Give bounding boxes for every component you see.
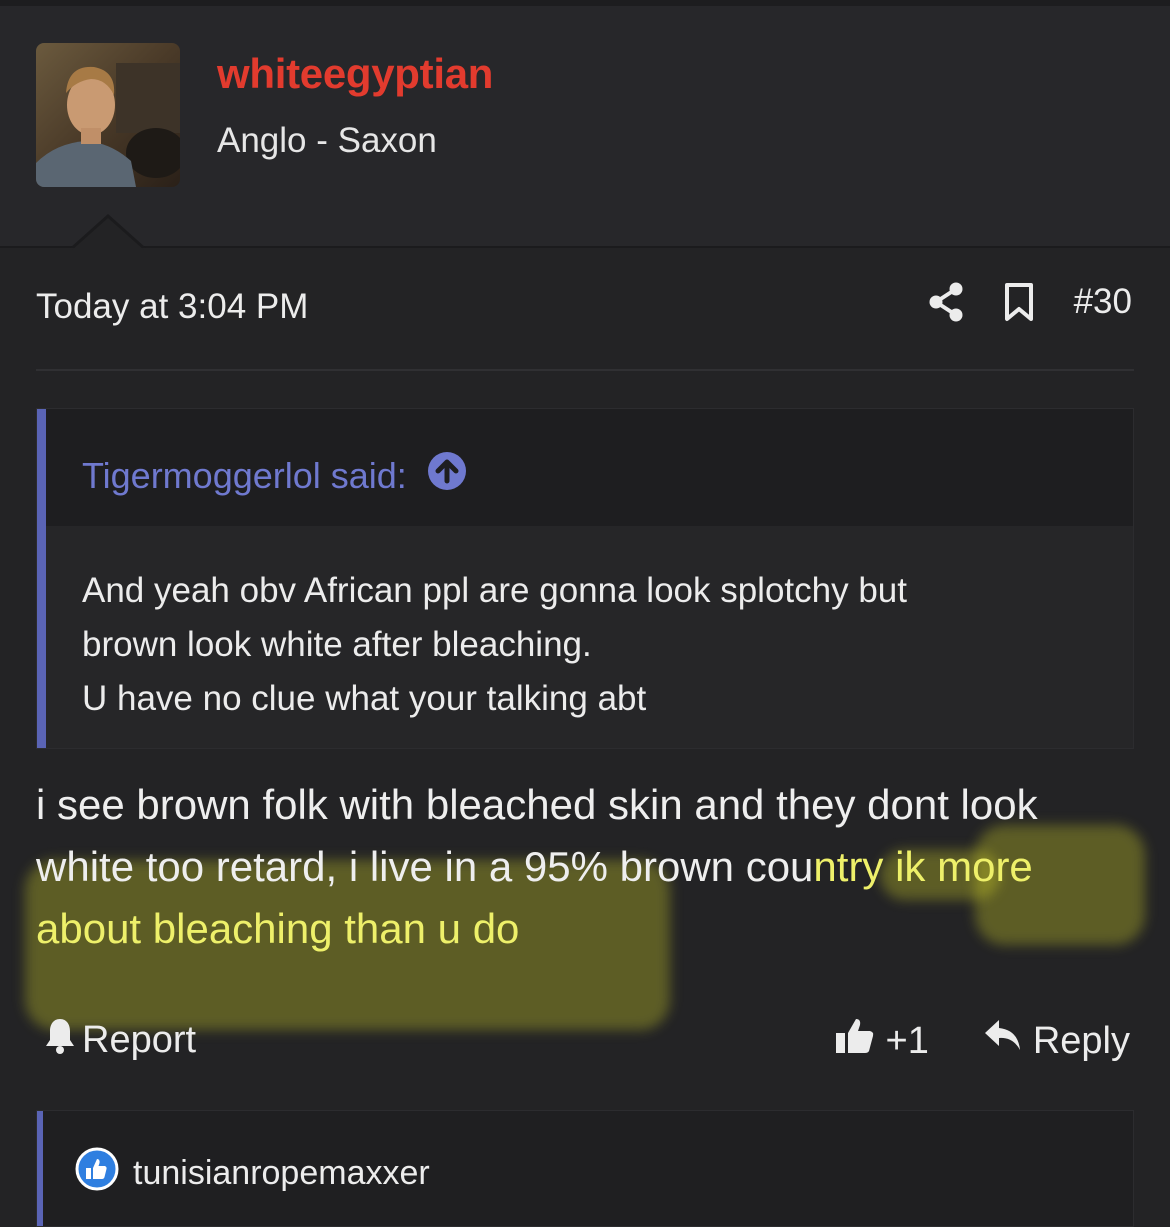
reaction-users-link[interactable]: tunisianropemaxxer xyxy=(133,1154,430,1193)
post-highlighted-text: ntry ik more xyxy=(813,843,1033,890)
avatar-image xyxy=(36,43,180,187)
jump-to-quote-icon[interactable] xyxy=(427,451,467,500)
meta-divider xyxy=(36,369,1134,371)
like-reaction-icon xyxy=(75,1147,119,1200)
share-icon[interactable] xyxy=(928,282,964,322)
quote-author[interactable]: Tigermoggerlol said: xyxy=(82,455,407,497)
quote-accent-bar xyxy=(37,409,46,748)
post-number-link[interactable]: #30 xyxy=(1074,282,1132,322)
reply-arrow-icon xyxy=(983,1018,1023,1064)
report-label: Report xyxy=(82,1018,197,1061)
user-title: Anglo - Saxon xyxy=(217,121,437,160)
post-line: white too retard, i live in a 95% brown … xyxy=(36,843,814,890)
like-button[interactable]: +1 xyxy=(834,1015,929,1067)
reactions-accent-bar xyxy=(37,1111,43,1226)
post-meta-actions: #30 xyxy=(928,282,1132,322)
header-pointer-fill xyxy=(72,218,144,250)
quote-line: U have no clue what your talking abt xyxy=(82,679,647,718)
reactions-bar: tunisianropemaxxer xyxy=(36,1110,1134,1227)
quote-header: Tigermoggerlol said: xyxy=(46,409,1133,526)
reply-button[interactable]: Reply xyxy=(983,1018,1130,1064)
quote-block: Tigermoggerlol said: And yeah obv Africa… xyxy=(36,408,1134,749)
post-line: i see brown folk with bleached skin and … xyxy=(36,781,1038,828)
post-message: i see brown folk with bleached skin and … xyxy=(36,774,1146,960)
bell-icon xyxy=(44,1015,76,1065)
post-actions: +1 Reply xyxy=(834,1015,1130,1067)
thumbs-up-icon xyxy=(834,1015,876,1067)
username[interactable]: whiteegyptian xyxy=(217,50,493,98)
bookmark-icon[interactable] xyxy=(1004,282,1034,322)
post-timestamp[interactable]: Today at 3:04 PM xyxy=(36,287,308,327)
quote-body: And yeah obv African ppl are gonna look … xyxy=(46,526,1133,748)
avatar[interactable] xyxy=(36,43,180,187)
quote-line: brown look white after bleaching. xyxy=(82,625,592,664)
post-highlighted-text: about bleaching than u do xyxy=(36,905,520,952)
report-button[interactable]: Report xyxy=(44,1015,196,1065)
like-count: +1 xyxy=(885,1019,929,1062)
header-divider xyxy=(0,246,1170,248)
reply-label: Reply xyxy=(1032,1019,1130,1062)
quote-line: And yeah obv African ppl are gonna look … xyxy=(82,571,907,610)
